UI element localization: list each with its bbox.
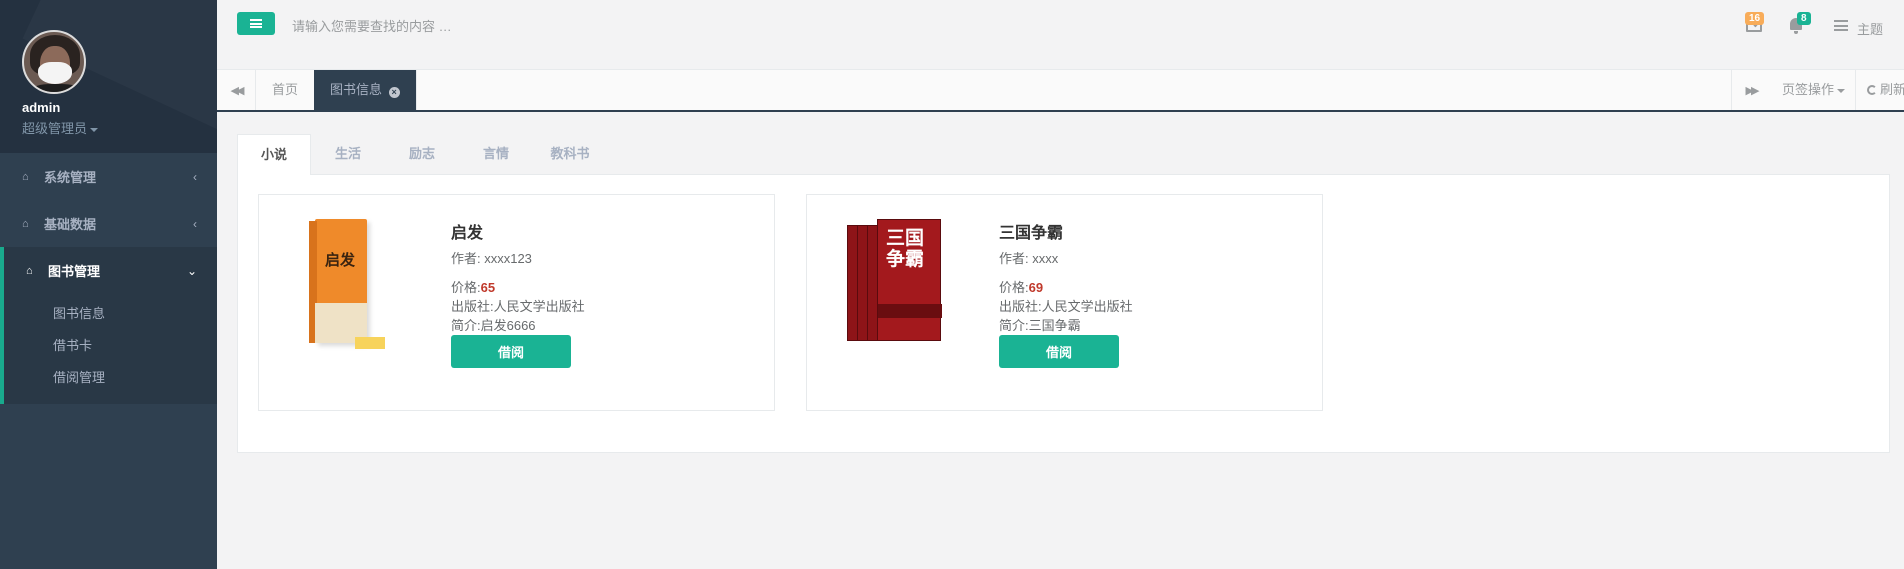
topbar: 16 8 主题	[217, 0, 1904, 70]
tab-operations-dropdown[interactable]: 页签操作	[1770, 70, 1857, 110]
tab-inspirational[interactable]: 励志	[385, 134, 459, 174]
home-icon: ⌂	[22, 170, 29, 183]
book-intro: 简介:启发6666	[451, 318, 536, 333]
tab-textbook[interactable]: 教科书	[533, 134, 607, 174]
sidebar: admin 超级管理员 ⌂ 系统管理 ‹ ⌂ 基础数据 ‹ ⌂ 图书管理 ⌄ 图…	[0, 0, 217, 569]
tab-label: 图书信息	[330, 82, 383, 97]
book-title: 三国争霸	[999, 225, 1064, 242]
book-card: 三国争霸 三国争霸 作者: xxxx 价格:69 出版社:人民文学出版社 简介:…	[806, 194, 1323, 411]
profile-block: admin 超级管理员	[0, 0, 217, 153]
cover-title: 启发	[325, 251, 356, 269]
double-left-icon: ◀◀	[230, 84, 245, 97]
book-cover: 启发	[309, 219, 385, 349]
bars-icon	[250, 19, 262, 28]
book-price: 价格:65	[451, 277, 495, 296]
caret-down-icon	[1837, 88, 1846, 93]
tab-ops-label: 页签操作	[1782, 82, 1835, 97]
book-cover-image[interactable]: 启发	[289, 215, 399, 355]
tab-label: 首页	[272, 82, 299, 97]
book-author: 作者: xxxx	[999, 251, 1059, 266]
sidebar-item-label: 图书管理	[48, 264, 101, 279]
tab-romance[interactable]: 言情	[459, 134, 533, 174]
price-value: 69	[1028, 280, 1044, 295]
home-icon: ⌂	[22, 217, 29, 230]
sidebar-item-label: 基础数据	[44, 217, 97, 232]
sidebar-item-books[interactable]: ⌂ 图书管理 ⌄	[4, 247, 217, 294]
sidebar-item-basic-data[interactable]: ⌂ 基础数据 ‹	[0, 200, 217, 247]
profile-role-label: 超级管理员	[22, 121, 88, 136]
price-label: 价格:	[999, 280, 1029, 295]
refresh-label: 刷新	[1880, 82, 1904, 97]
search-input[interactable]	[292, 14, 712, 38]
double-right-icon: ▶▶	[1745, 84, 1760, 97]
cover-tag	[355, 337, 385, 349]
book-price: 价格:69	[999, 277, 1043, 296]
category-tabs: 小说 生活 励志 言情 教科书	[237, 134, 1890, 175]
close-icon[interactable]: ×	[388, 87, 400, 98]
book-list-panel: 启发 启发 作者: xxxx123 价格:65 出版社:人民文学出版社 简介:启…	[237, 174, 1890, 453]
avatar[interactable]	[22, 30, 86, 94]
profile-role-dropdown[interactable]: 超级管理员	[22, 118, 217, 137]
cover-stripe	[878, 304, 942, 318]
mail-count-badge: 16	[1745, 12, 1765, 25]
price-label: 价格:	[451, 280, 481, 295]
refresh-icon	[1867, 85, 1877, 95]
book-publisher: 出版社:人民文学出版社	[451, 299, 585, 314]
tab-book-info[interactable]: 图书信息 ×	[314, 70, 417, 110]
book-title: 启发	[451, 225, 484, 242]
sidebar-submenu: 图书信息 借书卡 借阅管理	[4, 294, 217, 404]
book-cover: 三国争霸	[847, 219, 947, 345]
refresh-button[interactable]: 刷新	[1858, 70, 1904, 110]
profile-name: admin	[22, 100, 61, 115]
page-tab-bar: ◀◀ 首页 图书信息 × ▶▶ 页签操作 刷新	[217, 70, 1904, 112]
book-intro: 简介:三国争霸	[999, 318, 1081, 333]
main-content: 小说 生活 励志 言情 教科书 启发 启发 作者: xxxx123 价格:65 …	[237, 134, 1890, 453]
menu-toggle-button[interactable]	[237, 12, 275, 35]
caret-down-icon	[90, 127, 99, 132]
book-cover-image[interactable]: 三国争霸	[837, 215, 947, 355]
sidebar-subitem-borrow-management[interactable]: 借阅管理	[53, 362, 217, 394]
price-value: 65	[480, 280, 496, 295]
sidebar-item-system[interactable]: ⌂ 系统管理 ‹	[0, 153, 217, 200]
sidebar-subitem-book-info[interactable]: 图书信息	[53, 298, 217, 330]
borrow-button[interactable]: 借阅	[451, 335, 571, 368]
book-card: 启发 启发 作者: xxxx123 价格:65 出版社:人民文学出版社 简介:启…	[258, 194, 775, 411]
book-front-cover: 三国争霸	[877, 219, 942, 341]
chevron-left-icon: ‹	[193, 169, 197, 184]
sidebar-subitem-library-card[interactable]: 借书卡	[53, 330, 217, 362]
book-author: 作者: xxxx123	[451, 251, 532, 266]
sidebar-group-books: ⌂ 图书管理 ⌄ 图书信息 借书卡 借阅管理	[0, 247, 217, 404]
notification-count-badge: 8	[1797, 12, 1811, 25]
tab-novel[interactable]: 小说	[237, 134, 311, 175]
sidebar-item-label: 系统管理	[44, 170, 97, 185]
chevron-left-icon: ‹	[193, 216, 197, 231]
book-publisher: 出版社:人民文学出版社	[999, 299, 1133, 314]
home-icon: ⌂	[26, 264, 33, 277]
cover-title: 三国争霸	[886, 227, 925, 270]
tab-scroll-right-button[interactable]: ▶▶	[1731, 70, 1770, 110]
tab-home[interactable]: 首页	[256, 70, 316, 110]
borrow-button[interactable]: 借阅	[999, 335, 1119, 368]
avatar-shirt	[32, 84, 80, 92]
theme-icon[interactable]	[1834, 20, 1848, 31]
tab-life[interactable]: 生活	[311, 134, 385, 174]
tab-scroll-left-button[interactable]: ◀◀	[217, 70, 256, 110]
theme-button[interactable]: 主题	[1857, 19, 1883, 38]
avatar-mask	[38, 62, 72, 84]
chevron-down-icon: ⌄	[186, 263, 197, 278]
